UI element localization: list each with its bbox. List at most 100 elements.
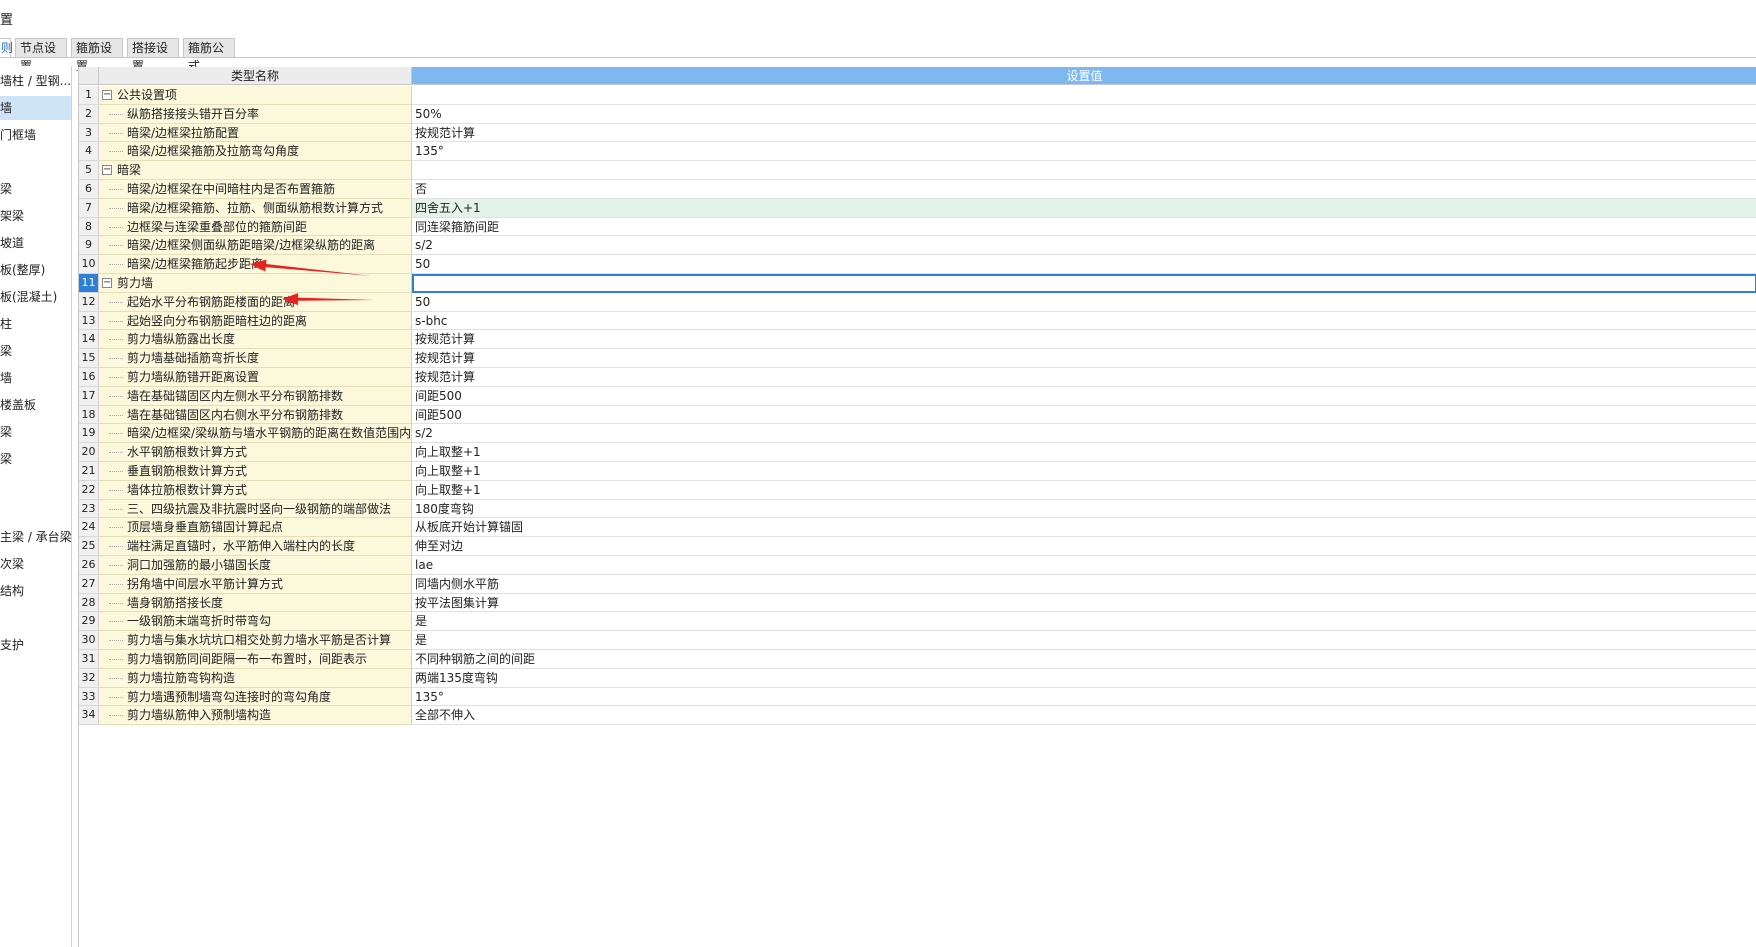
row-number[interactable]: 7 (79, 198, 99, 218)
setting-value-cell[interactable]: 是 (412, 612, 1756, 632)
table-row[interactable]: 33 剪力墙遇预制墙弯勾连接时的弯勾角度 135° (79, 687, 1756, 707)
type-name-cell[interactable]: 剪力墙拉筋弯钩构造 (99, 668, 412, 688)
sidebar-item[interactable]: 支护 (0, 633, 71, 657)
table-row[interactable]: 14 剪力墙纵筋露出长度 按规范计算 (79, 330, 1756, 350)
type-name-cell[interactable]: 三、四级抗震及非抗震时竖向一级钢筋的端部做法 (99, 499, 412, 519)
row-number[interactable]: 19 (79, 424, 99, 444)
sidebar-item[interactable] (0, 474, 71, 498)
type-name-cell[interactable]: 一级钢筋末端弯折时带弯勾 (99, 612, 412, 632)
table-row[interactable]: 10 暗梁/边框梁箍筋起步距离 50 (79, 255, 1756, 274)
setting-value-cell[interactable]: 按规范计算 (412, 368, 1756, 387)
table-row[interactable]: 7 暗梁/边框梁箍筋、拉筋、侧面纵筋根数计算方式 四舍五入+1 (79, 198, 1756, 218)
row-number[interactable]: 27 (79, 574, 99, 594)
tab-stirrup-formula[interactable]: 箍筋公式 (183, 38, 235, 73)
setting-value-cell[interactable] (412, 161, 1756, 180)
sidebar-item[interactable]: 板(混凝土) (0, 285, 71, 309)
sidebar-item[interactable] (0, 606, 71, 630)
sidebar-item[interactable]: 墙 (0, 366, 71, 390)
sidebar-item[interactable]: 梁 (0, 420, 71, 444)
type-name-cell[interactable]: 剪力墙纵筋伸入预制墙构造 (99, 706, 412, 726)
type-name-header[interactable]: 类型名称 (99, 67, 412, 85)
setting-value-cell[interactable]: 50 (412, 292, 1756, 312)
group-row[interactable]: 1− 公共设置项 (79, 86, 1756, 105)
sidebar-item[interactable]: 坡道 (0, 231, 71, 255)
value-edit-field[interactable] (412, 274, 1756, 293)
setting-value-cell[interactable]: 向上取整+1 (412, 443, 1756, 462)
sidebar-item[interactable]: 梁 (0, 447, 71, 471)
type-name-cell[interactable]: − 剪力墙 (99, 274, 412, 293)
type-name-cell[interactable]: 垂直钢筋根数计算方式 (99, 462, 412, 481)
row-number[interactable]: 34 (79, 706, 99, 726)
type-name-cell[interactable]: 起始水平分布钢筋距楼面的距离 (99, 292, 412, 312)
type-name-cell[interactable]: 水平钢筋根数计算方式 (99, 443, 412, 462)
type-name-cell[interactable]: 顶层墙身垂直筋锚固计算起点 (99, 518, 412, 538)
table-row[interactable]: 24 顶层墙身垂直筋锚固计算起点 从板底开始计算锚固 (79, 518, 1756, 538)
row-number[interactable]: 6 (79, 180, 99, 199)
type-name-cell[interactable]: − 暗梁 (99, 161, 412, 180)
type-name-cell[interactable]: 拐角墙中间层水平筋计算方式 (99, 574, 412, 594)
setting-value-cell[interactable] (412, 86, 1756, 105)
row-number[interactable]: 12 (79, 292, 99, 312)
table-row[interactable]: 28 墙身钢筋搭接长度 按平法图集计算 (79, 593, 1756, 613)
setting-value-cell[interactable]: 同连梁箍筋间距 (412, 217, 1756, 237)
setting-value-cell[interactable]: 间距500 (412, 405, 1756, 425)
setting-value-cell[interactable]: 50 (412, 255, 1756, 274)
table-row[interactable]: 32 剪力墙拉筋弯钩构造 两端135度弯钩 (79, 668, 1756, 688)
table-row[interactable]: 27 拐角墙中间层水平筋计算方式 同墙内侧水平筋 (79, 574, 1756, 594)
table-row[interactable]: 18 墙在基础锚固区内右侧水平分布钢筋排数 间距500 (79, 405, 1756, 425)
type-name-cell[interactable]: 墙在基础锚固区内左侧水平分布钢筋排数 (99, 386, 412, 406)
row-number[interactable]: 20 (79, 443, 99, 462)
group-row[interactable]: 11− 剪力墙 (79, 274, 1756, 293)
table-row[interactable]: 23 三、四级抗震及非抗震时竖向一级钢筋的端部做法 180度弯钩 (79, 499, 1756, 519)
setting-value-cell[interactable]: 按规范计算 (412, 123, 1756, 143)
table-row[interactable]: 12 起始水平分布钢筋距楼面的距离 50 (79, 292, 1756, 312)
sidebar-item[interactable]: 墙柱 / 型钢... (0, 69, 71, 93)
table-row[interactable]: 16 剪力墙纵筋错开距离设置 按规范计算 (79, 368, 1756, 387)
table-row[interactable]: 21 垂直钢筋根数计算方式 向上取整+1 (79, 462, 1756, 481)
type-name-cell[interactable]: 暗梁/边框梁箍筋、拉筋、侧面纵筋根数计算方式 (99, 198, 412, 218)
type-name-cell[interactable]: 剪力墙基础插筋弯折长度 (99, 349, 412, 368)
sidebar-item[interactable]: 楼盖板 (0, 393, 71, 417)
row-number[interactable]: 11 (79, 274, 99, 293)
table-row[interactable]: 3 暗梁/边框梁拉筋配置 按规范计算 (79, 123, 1756, 143)
tab-node-settings[interactable]: 节点设置 (15, 38, 67, 73)
sidebar-item[interactable]: 梁 (0, 339, 71, 363)
sidebar-item-selected[interactable]: 墙 (0, 96, 71, 120)
row-number[interactable]: 17 (79, 386, 99, 406)
type-name-cell[interactable]: 剪力墙纵筋错开距离设置 (99, 368, 412, 387)
type-name-cell[interactable]: 剪力墙与集水坑坑口相交处剪力墙水平筋是否计算 (99, 631, 412, 650)
sidebar-item[interactable]: 梁 (0, 177, 71, 201)
setting-value-cell[interactable]: 从板底开始计算锚固 (412, 518, 1756, 538)
table-row[interactable]: 19 暗梁/边框梁/梁纵筋与墙水平钢筋的距离在数值范围内不... s/2 (79, 424, 1756, 444)
tab-rules[interactable]: 则 (0, 38, 13, 58)
table-row[interactable]: 30 剪力墙与集水坑坑口相交处剪力墙水平筋是否计算 是 (79, 631, 1756, 650)
tab-stirrup-settings[interactable]: 箍筋设置 (71, 38, 123, 73)
setting-value-cell[interactable]: 135° (412, 142, 1756, 162)
table-row[interactable]: 9 暗梁/边框梁侧面纵筋距暗梁/边框梁纵筋的距离 s/2 (79, 236, 1756, 256)
setting-value-cell[interactable]: 四舍五入+1 (412, 198, 1756, 218)
row-number[interactable]: 16 (79, 368, 99, 387)
row-number[interactable]: 22 (79, 480, 99, 500)
row-number[interactable]: 23 (79, 499, 99, 519)
setting-value-cell[interactable]: 按规范计算 (412, 330, 1756, 350)
setting-value-cell[interactable]: 是 (412, 631, 1756, 650)
table-row[interactable]: 2 纵筋搭接接头错开百分率 50% (79, 104, 1756, 124)
setting-value-cell[interactable]: 不同种钢筋之间的间距 (412, 650, 1756, 669)
row-number[interactable]: 32 (79, 668, 99, 688)
table-row[interactable]: 29 一级钢筋末端弯折时带弯勾 是 (79, 612, 1756, 632)
sidebar-item[interactable]: 主梁 / 承台梁 (0, 525, 71, 549)
setting-value-cell[interactable]: lae (412, 556, 1756, 575)
sidebar-item[interactable] (0, 501, 71, 525)
sidebar-item[interactable]: 门框墙 (0, 123, 71, 147)
row-number[interactable]: 10 (79, 255, 99, 274)
setting-value-cell[interactable]: 全部不伸入 (412, 706, 1756, 726)
setting-value-cell[interactable]: 向上取整+1 (412, 462, 1756, 481)
row-number[interactable]: 18 (79, 405, 99, 425)
type-name-cell[interactable]: 暗梁/边框梁侧面纵筋距暗梁/边框梁纵筋的距离 (99, 236, 412, 256)
setting-value-cell[interactable]: 向上取整+1 (412, 480, 1756, 500)
setting-value-cell[interactable]: 两端135度弯钩 (412, 668, 1756, 688)
type-name-cell[interactable]: 暗梁/边框梁箍筋及拉筋弯勾角度 (99, 142, 412, 162)
setting-value-cell[interactable]: s-bhc (412, 311, 1756, 331)
row-number[interactable]: 14 (79, 330, 99, 350)
table-row[interactable]: 6 暗梁/边框梁在中间暗柱内是否布置箍筋 否 (79, 180, 1756, 199)
